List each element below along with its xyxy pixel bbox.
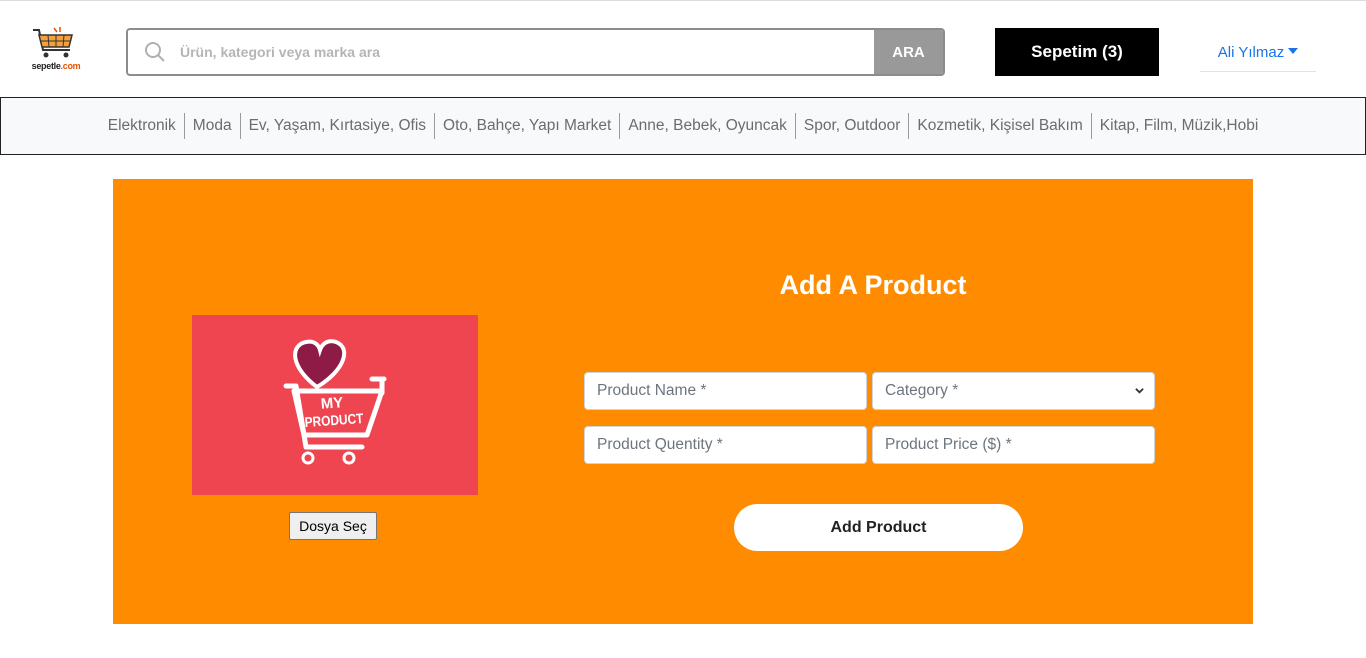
category-link[interactable]: Kozmetik, Kişisel Bakım <box>908 113 1090 139</box>
form-title: Add A Product <box>779 270 967 300</box>
top-border <box>0 0 1366 1</box>
category-link[interactable]: Moda <box>183 113 240 139</box>
user-menu[interactable]: Ali Yılmaz <box>1200 33 1316 72</box>
choose-file-button[interactable]: Dosya Seç <box>289 512 377 540</box>
product-image-preview: MY PRODUCT <box>192 315 478 495</box>
cart-button[interactable]: Sepetim (3) <box>995 28 1159 76</box>
search-icon <box>145 42 165 62</box>
category-link[interactable]: Spor, Outdoor <box>794 113 909 139</box>
product-quantity-input[interactable] <box>584 426 867 464</box>
search-input[interactable] <box>180 30 870 74</box>
category-link[interactable]: Oto, Bahçe, Yapı Market <box>434 113 619 139</box>
category-link[interactable]: Ev, Yaşam, Kırtasiye, Ofis <box>239 113 434 139</box>
category-select[interactable]: Category * <box>872 372 1155 410</box>
logo-tld: .com <box>60 61 81 71</box>
basket-logo-icon <box>33 27 73 58</box>
product-name-input[interactable] <box>584 372 867 410</box>
category-nav: Elektronik Moda Ev, Yaşam, Kırtasiye, Of… <box>0 97 1366 155</box>
caret-down-icon <box>1288 48 1299 54</box>
category-link[interactable]: Elektronik <box>100 113 184 139</box>
category-link[interactable]: Kitap, Film, Müzik,Hobi <box>1090 113 1266 139</box>
chevron-down-icon <box>1135 388 1144 394</box>
site-logo[interactable]: sepetle.com <box>30 26 82 74</box>
search-bar: ARA <box>126 28 945 76</box>
category-select-value: Category * <box>885 382 959 399</box>
user-name: Ali Yılmaz <box>1217 43 1285 61</box>
logo-text: sepetle.com <box>30 61 82 71</box>
add-product-panel: MY PRODUCT Dosya Seç Add A Product Categ… <box>113 179 1253 624</box>
category-link[interactable]: Anne, Bebek, Oyuncak <box>619 113 795 139</box>
logo-brand: sepetle <box>31 61 61 71</box>
add-product-button[interactable]: Add Product <box>734 504 1023 551</box>
search-button[interactable]: ARA <box>874 30 943 74</box>
product-price-input[interactable] <box>872 426 1155 464</box>
